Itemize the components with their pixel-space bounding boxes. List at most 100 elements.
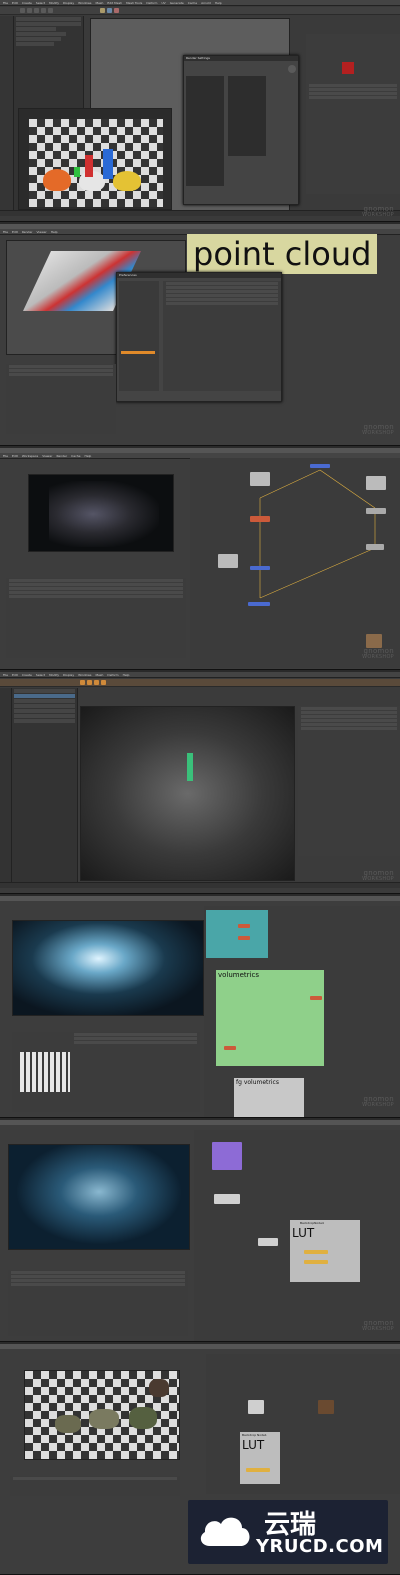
node[interactable]: [224, 1046, 236, 1050]
shelf-icon[interactable]: [87, 680, 92, 685]
tree-item[interactable]: [16, 37, 61, 41]
menu-item[interactable]: Viewer: [42, 453, 52, 458]
colorspace-node[interactable]: [246, 1468, 270, 1472]
menu-item[interactable]: File: [3, 453, 8, 458]
menu-item[interactable]: Mesh: [96, 672, 104, 677]
menu-item[interactable]: Edit: [12, 672, 18, 677]
comp-viewer[interactable]: [8, 1144, 190, 1250]
menu-item[interactable]: Help: [215, 0, 222, 5]
shelf-icon[interactable]: [41, 8, 46, 13]
node-graph[interactable]: volumetrics fg volumetrics: [204, 906, 400, 1117]
tree-item[interactable]: [14, 709, 75, 713]
menu-item[interactable]: Edit: [12, 0, 18, 5]
menu-item[interactable]: Display: [63, 0, 74, 5]
attr-row[interactable]: [301, 727, 397, 730]
node-graph[interactable]: BackdropNode4 LUT: [194, 1130, 400, 1341]
colorspace-node[interactable]: [304, 1250, 328, 1254]
colorspace-node[interactable]: [304, 1260, 328, 1264]
menu-item[interactable]: Deform: [107, 672, 118, 677]
prop-row[interactable]: [74, 1041, 197, 1044]
menu-item[interactable]: Render: [56, 453, 67, 458]
color-swatch[interactable]: [342, 62, 354, 74]
attr-row[interactable]: [309, 96, 397, 99]
pref-row[interactable]: [166, 282, 278, 285]
attr-row[interactable]: [301, 707, 397, 710]
read-node[interactable]: [318, 1400, 334, 1414]
menu-item[interactable]: Windows: [78, 0, 91, 5]
menu-item[interactable]: Edit: [12, 229, 18, 234]
menu-item[interactable]: Deform: [146, 0, 157, 5]
menu-item[interactable]: Modify: [49, 0, 59, 5]
read-node[interactable]: [248, 1400, 264, 1414]
time-slider[interactable]: [0, 210, 400, 216]
prop-row[interactable]: [74, 1037, 197, 1040]
menu-item[interactable]: Help: [51, 229, 58, 234]
prop-row[interactable]: [9, 579, 183, 582]
shelf-icon[interactable]: [27, 8, 32, 13]
attr-row[interactable]: [301, 711, 397, 714]
read-node[interactable]: [214, 1194, 240, 1204]
close-button[interactable]: [288, 65, 296, 73]
shelf-icon[interactable]: [107, 8, 112, 13]
menu-item[interactable]: UV: [161, 0, 165, 5]
cave-viewport[interactable]: [80, 706, 295, 881]
prop-row[interactable]: [11, 1275, 185, 1278]
menu-item[interactable]: File: [3, 672, 8, 677]
blur-node[interactable]: [250, 516, 270, 522]
prop-row[interactable]: [74, 1033, 197, 1036]
read-node[interactable]: [218, 554, 238, 568]
selected-category[interactable]: [121, 351, 155, 354]
render-view[interactable]: [18, 108, 172, 210]
menu-item[interactable]: Create: [22, 0, 32, 5]
read-node[interactable]: [250, 472, 270, 486]
menu-item[interactable]: Windows: [78, 672, 91, 677]
menu-item[interactable]: Help: [84, 453, 91, 458]
shelf-icon[interactable]: [114, 8, 119, 13]
tree-item[interactable]: [14, 689, 75, 693]
attr-row[interactable]: [301, 723, 397, 726]
menu-item[interactable]: Cache: [188, 0, 197, 5]
shelf-icon[interactable]: [100, 8, 105, 13]
tree-item[interactable]: [14, 694, 75, 698]
prop-row[interactable]: [11, 1283, 185, 1286]
comp-viewer[interactable]: [24, 1370, 180, 1460]
tree-item[interactable]: [14, 719, 75, 723]
shelf-icon[interactable]: [94, 680, 99, 685]
menu-item[interactable]: Help: [123, 672, 130, 677]
node-graph[interactable]: [190, 458, 400, 668]
prop-row[interactable]: [11, 1279, 185, 1282]
shelf-icon[interactable]: [34, 8, 39, 13]
tree-item[interactable]: [16, 27, 56, 31]
menu-item[interactable]: Select: [36, 672, 45, 677]
shuffle-node[interactable]: [366, 544, 384, 550]
menu-item[interactable]: File: [3, 0, 8, 5]
menu-item[interactable]: Mesh: [96, 0, 104, 5]
shelf-icon[interactable]: [80, 680, 85, 685]
read-node[interactable]: [366, 634, 382, 648]
attr-row[interactable]: [309, 88, 397, 91]
write-node[interactable]: [248, 602, 270, 606]
tree-item[interactable]: [14, 699, 75, 703]
tree-item[interactable]: [16, 17, 81, 21]
pref-row[interactable]: [166, 290, 278, 293]
node[interactable]: [238, 924, 250, 928]
prop-row[interactable]: [11, 1271, 185, 1274]
shelf-icon[interactable]: [48, 8, 53, 13]
tree-item[interactable]: [16, 22, 81, 26]
attr-row[interactable]: [309, 84, 397, 87]
menu-item[interactable]: File: [3, 229, 8, 234]
menu-item[interactable]: Edit: [12, 453, 18, 458]
menu-item[interactable]: Cache: [71, 453, 80, 458]
pref-row[interactable]: [166, 298, 278, 301]
prop-row[interactable]: [9, 595, 183, 598]
node[interactable]: [238, 936, 250, 940]
node-graph[interactable]: Backdrop Node1 LUT: [206, 1354, 400, 1494]
menu-item[interactable]: Mesh Tools: [126, 0, 142, 5]
menu-item[interactable]: Edit Mesh: [107, 0, 122, 5]
menu-item[interactable]: Arnold: [201, 0, 211, 5]
tree-item[interactable]: [14, 704, 75, 708]
switch-node[interactable]: [258, 1238, 278, 1246]
shelf-icon[interactable]: [101, 680, 106, 685]
menu-item[interactable]: Select: [36, 0, 45, 5]
param-row[interactable]: [9, 369, 113, 372]
